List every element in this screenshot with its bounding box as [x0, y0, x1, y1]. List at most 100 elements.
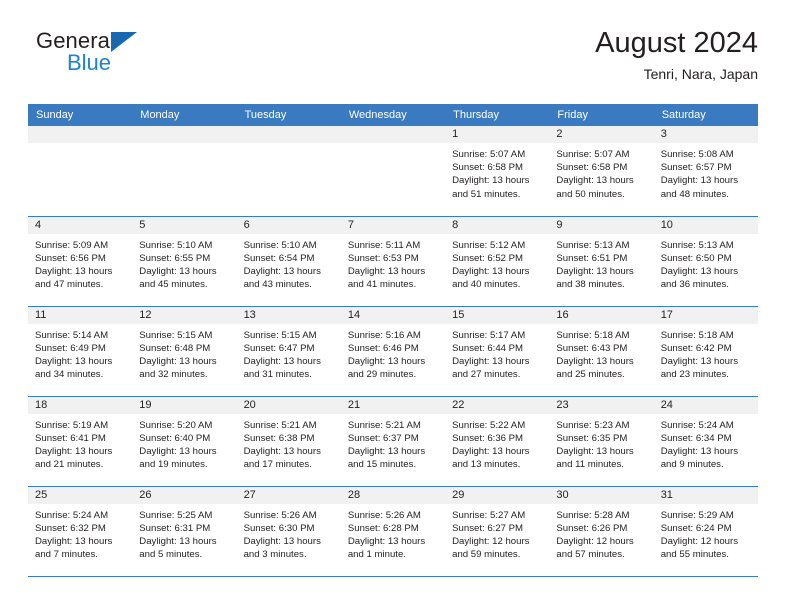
calendar-day-cell[interactable]: 17 Sunrise: 5:18 AM Sunset: 6:42 PM Dayligh… — [653, 306, 758, 397]
daylight-text-line2: and 57 minutes. — [556, 549, 625, 561]
daylight-text-line2: and 15 minutes. — [347, 459, 417, 471]
calendar-day-cell[interactable]: 30 Sunrise: 5:28 AM Sunset: 6:26 PM Dayligh… — [549, 486, 654, 577]
calendar-day-cell[interactable]: 6 Sunrise: 5:10 AM Sunset: 6:54 PM Daylight… — [236, 216, 341, 307]
generalblue-logo[interactable]: General Blue — [36, 30, 236, 86]
daylight-text-line2: and 43 minutes. — [243, 279, 312, 291]
sunrise-text: Sunrise: 5:18 AM — [660, 329, 734, 341]
day-details: Sunrise: 5:26 AM Sunset: 6:30 PM Daylight:… — [237, 504, 341, 562]
sunrise-text: Sunrise: 5:22 AM — [452, 419, 526, 431]
calendar-day-cell[interactable]: 10 Sunrise: 5:13 AM Sunset: 6:50 PM Dayligh… — [653, 216, 758, 307]
day-details: Sunrise: 5:12 AM Sunset: 6:52 PM Daylight:… — [445, 234, 549, 292]
calendar-day-cell[interactable]: 9 Sunrise: 5:13 AM Sunset: 6:51 PM Daylight… — [549, 216, 654, 307]
day-number: 25 — [28, 486, 133, 504]
calendar-header-row: Sunday Monday Tuesday Wednesday Thursday Frid… — [28, 104, 758, 126]
sunrise-text: Sunrise: 5:11 AM — [347, 239, 421, 251]
sunset-text: Sunset: 6:50 PM — [660, 252, 732, 264]
daylight-text-line2: and 17 minutes. — [243, 459, 312, 471]
day-number: 28 — [340, 486, 446, 504]
calendar-day-cell[interactable]: 23 Sunrise: 5:23 AM Sunset: 6:35 PM Dayligh… — [549, 396, 654, 487]
calendar-page: General Blue August 2024 Tenri, Nara, Ja… — [0, 0, 792, 612]
calendar-day-cell[interactable]: 7 Sunrise: 5:11 AM Sunset: 6:53 PM Daylight… — [340, 216, 446, 307]
sunrise-text: Sunrise: 5:14 AM — [35, 329, 109, 341]
sunset-text: Sunset: 6:24 PM — [660, 522, 732, 534]
day-details: Sunrise: 5:24 AM Sunset: 6:32 PM Daylight:… — [28, 504, 132, 562]
daylight-text-line2: and 21 minutes. — [35, 459, 104, 471]
sunset-text: Sunset: 6:36 PM — [452, 432, 524, 444]
daylight-text-line1: Daylight: 13 hours — [556, 265, 634, 277]
calendar-day-cell[interactable]: 31 Sunrise: 5:29 AM Sunset: 6:24 PM Dayligh… — [653, 486, 758, 577]
day-number: 9 — [549, 216, 654, 234]
calendar-day-cell[interactable]: 22 Sunrise: 5:22 AM Sunset: 6:36 PM Dayligh… — [445, 396, 550, 487]
calendar-day-cell[interactable]: 4 Sunrise: 5:09 AM Sunset: 6:56 PM Daylight… — [28, 216, 133, 307]
daylight-text-line2: and 34 minutes. — [35, 369, 104, 381]
calendar-day-cell[interactable]: 3 Sunrise: 5:08 AM Sunset: 6:57 PM Daylight… — [653, 126, 758, 217]
daylight-text-line1: Daylight: 13 hours — [139, 265, 217, 277]
calendar-day-cell[interactable]: 20 Sunrise: 5:21 AM Sunset: 6:38 PM Dayligh… — [236, 396, 341, 487]
calendar-day-cell[interactable]: 1 Sunrise: 5:07 AM Sunset: 6:58 PM Daylight… — [445, 126, 550, 217]
daylight-text-line1: Daylight: 13 hours — [556, 445, 634, 457]
day-details: Sunrise: 5:25 AM Sunset: 6:31 PM Daylight:… — [132, 504, 236, 562]
sunrise-text: Sunrise: 5:10 AM — [139, 239, 213, 251]
daylight-text-line2: and 23 minutes. — [660, 369, 729, 381]
calendar-day-cell[interactable]: 25 Sunrise: 5:24 AM Sunset: 6:32 PM Dayligh… — [28, 486, 133, 577]
calendar-day-cell[interactable]: 28 Sunrise: 5:26 AM Sunset: 6:28 PM Dayligh… — [340, 486, 446, 577]
sunset-text: Sunset: 6:40 PM — [139, 432, 211, 444]
sunset-text: Sunset: 6:31 PM — [139, 522, 211, 534]
calendar-week-row: 1 Sunrise: 5:07 AM Sunset: 6:58 PM Daylight… — [28, 126, 758, 217]
day-details: Sunrise: 5:08 AM Sunset: 6:57 PM Daylight:… — [654, 143, 758, 201]
calendar-day-cell[interactable]: 21 Sunrise: 5:21 AM Sunset: 6:37 PM Dayligh… — [340, 396, 446, 487]
daylight-text-line1: Daylight: 13 hours — [347, 535, 426, 547]
page-subtitle: Tenri, Nara, Japan — [643, 66, 758, 82]
day-details: Sunrise: 5:15 AM Sunset: 6:47 PM Daylight:… — [237, 324, 341, 382]
sunset-text: Sunset: 6:35 PM — [556, 432, 628, 444]
calendar-day-cell[interactable]: 19 Sunrise: 5:20 AM Sunset: 6:40 PM Dayligh… — [132, 396, 237, 487]
calendar-day-cell[interactable]: 15 Sunrise: 5:17 AM Sunset: 6:44 PM Dayligh… — [445, 306, 550, 397]
day-number: 3 — [653, 126, 758, 143]
daylight-text-line2: and 36 minutes. — [660, 279, 729, 291]
day-number: 31 — [653, 486, 758, 504]
calendar-day-cell[interactable]: 27 Sunrise: 5:26 AM Sunset: 6:30 PM Dayligh… — [236, 486, 341, 577]
calendar-day-cell[interactable]: 26 Sunrise: 5:25 AM Sunset: 6:31 PM Dayligh… — [132, 486, 237, 577]
sunset-text: Sunset: 6:28 PM — [347, 522, 419, 534]
sunset-text: Sunset: 6:51 PM — [556, 252, 628, 264]
calendar-day-cell[interactable]: 14 Sunrise: 5:16 AM Sunset: 6:46 PM Dayligh… — [340, 306, 446, 397]
sunrise-text: Sunrise: 5:10 AM — [243, 239, 317, 251]
calendar-day-cell-empty — [236, 126, 341, 217]
calendar-day-cell[interactable]: 29 Sunrise: 5:27 AM Sunset: 6:27 PM Dayligh… — [445, 486, 550, 577]
day-number: 13 — [236, 306, 341, 324]
day-number: 12 — [132, 306, 237, 324]
weekday-header: Sunday Monday Tuesday Wednesday Thursday Frid… — [28, 104, 758, 126]
calendar-day-cell[interactable]: 13 Sunrise: 5:15 AM Sunset: 6:47 PM Dayligh… — [236, 306, 341, 397]
calendar-day-cell[interactable]: 16 Sunrise: 5:18 AM Sunset: 6:43 PM Dayligh… — [549, 306, 654, 397]
day-number: 4 — [28, 216, 133, 234]
calendar-day-cell-empty — [340, 126, 446, 217]
sunrise-text: Sunrise: 5:26 AM — [347, 509, 421, 521]
sunset-text: Sunset: 6:46 PM — [347, 342, 419, 354]
daylight-text-line2: and 5 minutes. — [139, 549, 203, 561]
sunrise-text: Sunrise: 5:13 AM — [660, 239, 734, 251]
calendar-day-cell[interactable]: 2 Sunrise: 5:07 AM Sunset: 6:58 PM Daylight… — [549, 126, 654, 217]
calendar-day-cell[interactable]: 11 Sunrise: 5:14 AM Sunset: 6:49 PM Dayligh… — [28, 306, 133, 397]
sunset-text: Sunset: 6:49 PM — [35, 342, 106, 354]
daylight-text-line1: Daylight: 13 hours — [347, 445, 426, 457]
daylight-text-line1: Daylight: 13 hours — [660, 175, 739, 187]
sunrise-sunset-calendar: Sunday Monday Tuesday Wednesday Thursday Frid… — [28, 104, 758, 577]
calendar-day-cell[interactable]: 12 Sunrise: 5:15 AM Sunset: 6:48 PM Dayligh… — [132, 306, 237, 397]
calendar-day-cell[interactable]: 5 Sunrise: 5:10 AM Sunset: 6:55 PM Daylight… — [132, 216, 237, 307]
day-number: 2 — [549, 126, 654, 143]
calendar-day-cell[interactable]: 18 Sunrise: 5:19 AM Sunset: 6:41 PM Dayligh… — [28, 396, 133, 487]
daylight-text-line2: and 45 minutes. — [139, 279, 208, 291]
calendar-day-cell[interactable]: 8 Sunrise: 5:12 AM Sunset: 6:52 PM Daylight… — [445, 216, 550, 307]
daylight-text-line2: and 51 minutes. — [452, 188, 521, 200]
daylight-text-line2: and 41 minutes. — [347, 279, 417, 291]
sunrise-text: Sunrise: 5:19 AM — [35, 419, 109, 431]
sunrise-text: Sunrise: 5:29 AM — [660, 509, 734, 521]
daylight-text-line1: Daylight: 13 hours — [556, 175, 634, 187]
daylight-text-line1: Daylight: 13 hours — [139, 535, 217, 547]
daylight-text-line1: Daylight: 13 hours — [452, 445, 530, 457]
sunrise-text: Sunrise: 5:28 AM — [556, 509, 630, 521]
day-number: 29 — [445, 486, 550, 504]
day-number: 27 — [236, 486, 341, 504]
calendar-day-cell[interactable]: 24 Sunrise: 5:24 AM Sunset: 6:34 PM Dayligh… — [653, 396, 758, 487]
day-number: 21 — [340, 396, 446, 414]
